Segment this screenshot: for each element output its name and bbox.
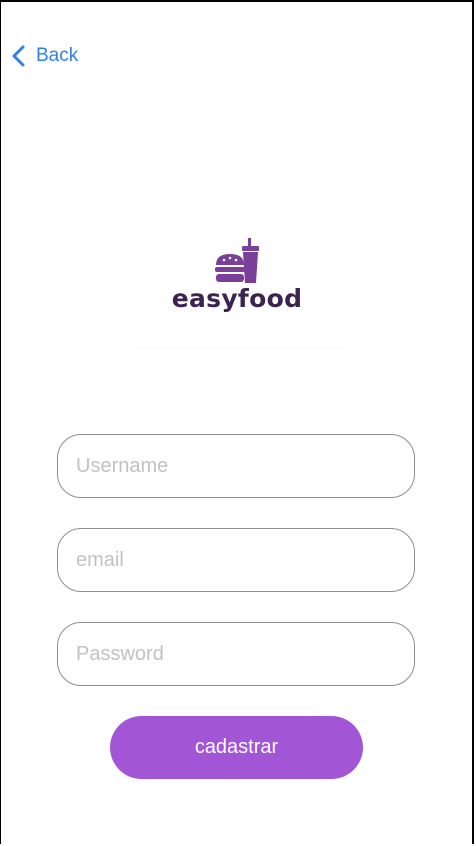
back-label: Back (36, 45, 79, 66)
email-field[interactable] (57, 528, 415, 592)
logo-text: easyfood (171, 284, 303, 313)
username-field[interactable] (57, 434, 415, 498)
back-button[interactable]: Back (10, 43, 78, 69)
password-field[interactable] (57, 622, 415, 686)
burger-and-drink-icon (215, 238, 259, 283)
cadastrar-button[interactable]: cadastrar (110, 716, 363, 779)
chevron-left-icon (12, 45, 25, 67)
logo: easyfood (131, 208, 343, 348)
